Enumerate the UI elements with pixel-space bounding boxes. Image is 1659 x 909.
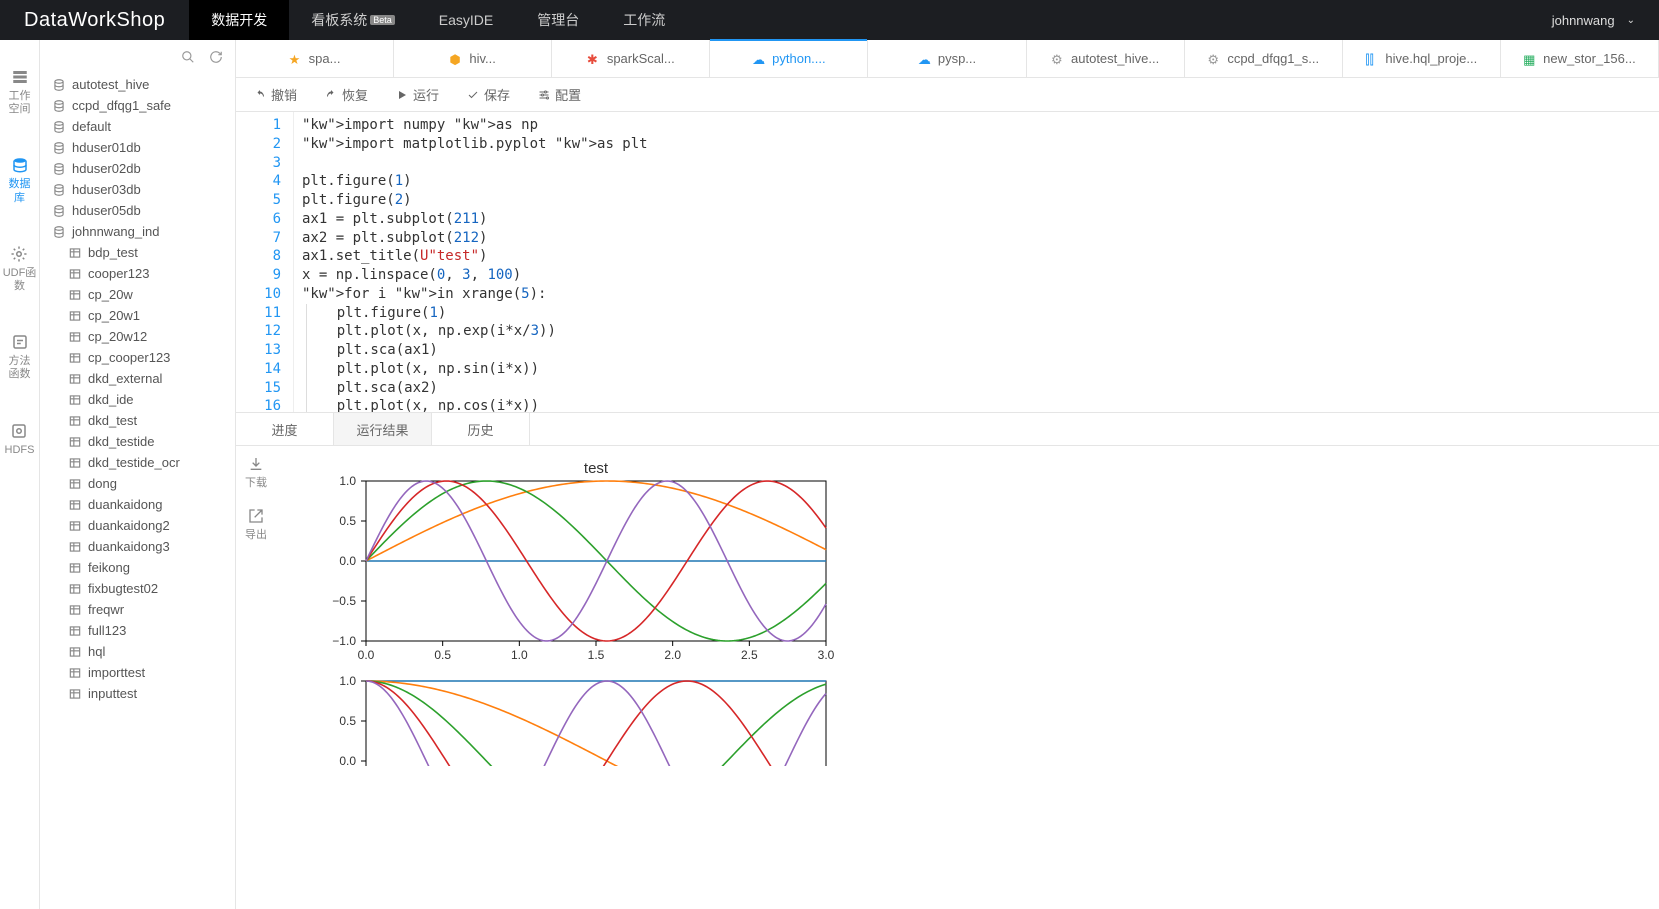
rail-item[interactable]: 数据库 [9, 156, 31, 204]
topnav-item[interactable]: 看板系统Beta [289, 0, 417, 40]
sidebar-tools [40, 40, 235, 74]
left-icon-rail: 工作空间数据库 UDF函数方法函数 HDFS [0, 40, 40, 909]
db-item[interactable]: autotest_hive [40, 74, 235, 95]
table-item[interactable]: freqwr [40, 599, 235, 620]
redo-button[interactable]: 恢复 [325, 85, 368, 104]
file-tab[interactable]: ✱sparkScal... [552, 40, 710, 77]
topnav-item[interactable]: EasyIDE [417, 0, 515, 40]
table-item[interactable]: feikong [40, 557, 235, 578]
db-item[interactable]: hduser03db [40, 179, 235, 200]
chart-output: 0.0 0.5 1.0 1.5 2.0 2.5 3.0 −1.0 −0.5 0.0 0.5 1.0 te… [276, 446, 1659, 909]
topnav-item[interactable]: 工作流 [601, 0, 687, 40]
search-icon[interactable] [181, 50, 195, 64]
result-tabs: 进度运行结果历史 [236, 412, 1659, 446]
db-item[interactable]: default [40, 116, 235, 137]
db-item[interactable]: hduser02db [40, 158, 235, 179]
svg-text:−0.5: −0.5 [332, 594, 356, 608]
svg-text:0.0: 0.0 [339, 754, 356, 768]
table-item[interactable]: dkd_testide_ocr [40, 452, 235, 473]
code-editor[interactable]: 12345678910111213141516 "kw">import nump… [236, 112, 1659, 412]
table-item[interactable]: cp_20w12 [40, 326, 235, 347]
file-tab[interactable]: ⬢hiv... [394, 40, 552, 77]
config-button[interactable]: 配置 [538, 85, 581, 104]
line-gutter: 12345678910111213141516 [236, 112, 294, 412]
table-item[interactable]: hql [40, 641, 235, 662]
sidebar: autotest_hiveccpd_dfqg1_safedefaulthduse… [40, 40, 236, 909]
file-tab[interactable]: ⚙autotest_hive... [1027, 40, 1185, 77]
svg-text:2.0: 2.0 [664, 648, 681, 662]
svg-text:0.0: 0.0 [358, 648, 375, 662]
undo-button[interactable]: 撤销 [254, 85, 297, 104]
table-item[interactable]: dkd_test [40, 410, 235, 431]
table-item[interactable]: duankaidong [40, 494, 235, 515]
table-item[interactable]: cp_cooper123 [40, 347, 235, 368]
export-button[interactable]: 导出 [245, 508, 267, 542]
svg-text:0.5: 0.5 [434, 648, 451, 662]
svg-text:0.5: 0.5 [339, 714, 356, 728]
svg-text:0.5: 0.5 [339, 514, 356, 528]
svg-text:1.0: 1.0 [339, 474, 356, 488]
topnav-item[interactable]: 数据开发 [189, 0, 289, 40]
refresh-icon[interactable] [209, 50, 223, 64]
table-item[interactable]: cp_20w1 [40, 305, 235, 326]
db-item[interactable]: johnnwang_ind [40, 221, 235, 242]
svg-text:3.0: 3.0 [818, 648, 835, 662]
table-item[interactable]: fixbugtest02 [40, 578, 235, 599]
file-tab[interactable]: ⚙ccpd_dfqg1_s... [1185, 40, 1343, 77]
table-item[interactable]: inputtest [40, 683, 235, 704]
table-item[interactable]: dkd_external [40, 368, 235, 389]
result-side-tools: 下载 导出 [236, 446, 276, 909]
database-tree: autotest_hiveccpd_dfqg1_safedefaulthduse… [40, 74, 235, 909]
result-tab[interactable]: 进度 [236, 413, 334, 445]
svg-text:1.0: 1.0 [511, 648, 528, 662]
rail-item[interactable]: 方法函数 [9, 333, 31, 381]
rail-item[interactable]: 工作空间 [9, 68, 31, 116]
table-item[interactable]: duankaidong2 [40, 515, 235, 536]
db-item[interactable]: ccpd_dfqg1_safe [40, 95, 235, 116]
table-item[interactable]: duankaidong3 [40, 536, 235, 557]
editor-toolbar: 撤销 恢复 运行 保存 配置 [236, 78, 1659, 112]
svg-text:1.5: 1.5 [588, 648, 605, 662]
topnav-item[interactable]: 管理台 [515, 0, 601, 40]
result-panel: 下载 导出 0.00.51.01.52.02.53.0−1.0−0.50.00.… [236, 446, 1659, 909]
result-tab[interactable]: 历史 [432, 413, 530, 445]
save-button[interactable]: 保存 [467, 85, 510, 104]
db-item[interactable]: hduser01db [40, 137, 235, 158]
svg-text:0.0: 0.0 [339, 554, 356, 568]
file-tab[interactable]: ☁pysp... [868, 40, 1026, 77]
file-tab[interactable]: ▦new_stor_156... [1501, 40, 1659, 77]
rail-item[interactable]: HDFS [5, 422, 35, 457]
code-content[interactable]: "kw">import numpy "kw">as np"kw">import … [294, 112, 1659, 412]
table-item[interactable]: dong [40, 473, 235, 494]
topnav: 数据开发看板系统BetaEasyIDE管理台工作流 [189, 0, 687, 40]
run-button[interactable]: 运行 [396, 85, 439, 104]
download-button[interactable]: 下载 [245, 456, 267, 490]
app-logo: DataWorkShop [0, 9, 189, 32]
file-tabs: ★spa...⬢hiv...✱sparkScal...☁python....☁p… [236, 40, 1659, 78]
table-item[interactable]: dkd_ide [40, 389, 235, 410]
chevron-down-icon: ⌄ [1627, 15, 1635, 26]
svg-text:2.5: 2.5 [741, 648, 758, 662]
svg-text:−1.0: −1.0 [332, 634, 356, 648]
file-tab[interactable]: ☁python.... [710, 40, 868, 77]
rail-item[interactable]: UDF函数 [3, 245, 37, 293]
result-tab[interactable]: 运行结果 [334, 413, 432, 445]
table-item[interactable]: cooper123 [40, 263, 235, 284]
table-item[interactable]: bdp_test [40, 242, 235, 263]
table-item[interactable]: importtest [40, 662, 235, 683]
file-tab[interactable]: ⫿⫿hive.hql_proje... [1343, 40, 1501, 77]
table-item[interactable]: cp_20w [40, 284, 235, 305]
topbar: DataWorkShop 数据开发看板系统BetaEasyIDE管理台工作流 j… [0, 0, 1659, 40]
svg-text:1.0: 1.0 [339, 674, 356, 688]
table-item[interactable]: full123 [40, 620, 235, 641]
svg-text:test: test [584, 460, 609, 477]
db-item[interactable]: hduser05db [40, 200, 235, 221]
content: ★spa...⬢hiv...✱sparkScal...☁python....☁p… [236, 40, 1659, 909]
file-tab[interactable]: ★spa... [236, 40, 394, 77]
table-item[interactable]: dkd_testide [40, 431, 235, 452]
user-name: johnnwang [1552, 13, 1615, 28]
user-menu[interactable]: johnnwang ⌄ [1528, 13, 1659, 28]
